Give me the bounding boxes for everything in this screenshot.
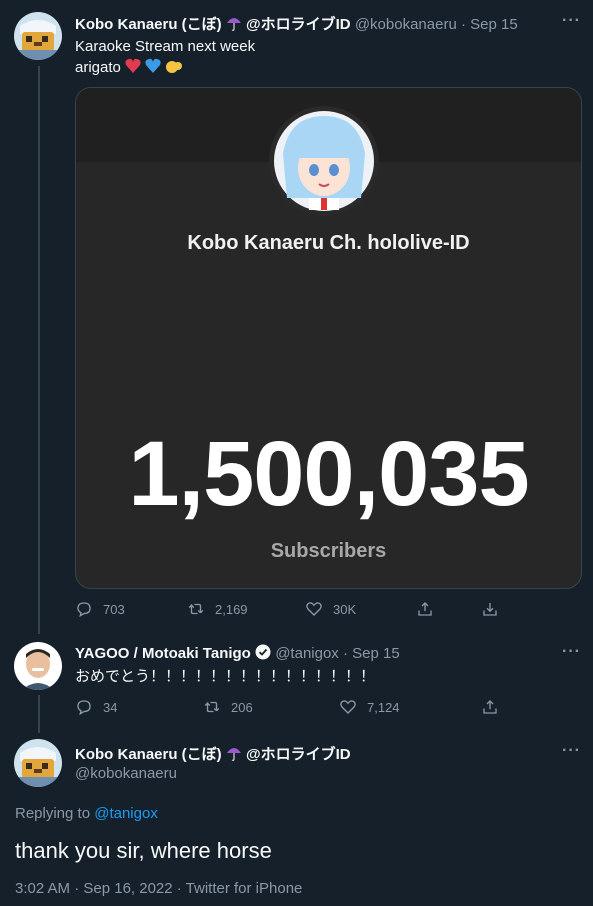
reply-button[interactable]: 703 (75, 600, 125, 618)
like-button[interactable]: 7,124 (339, 698, 400, 716)
handle[interactable]: @tanigox (275, 645, 339, 662)
retweet-count: 206 (231, 699, 253, 715)
tweet-text: thank you sir, where horse (15, 838, 272, 863)
retweet-icon (188, 603, 204, 615)
subscriber-label: Subscribers (270, 540, 387, 562)
tweet-text: Karaoke Stream next week arigato (75, 36, 255, 80)
like-button[interactable]: 30K (305, 600, 356, 618)
like-count: 30K (333, 601, 357, 617)
reply-count: 34 (103, 699, 118, 715)
share-button[interactable] (481, 698, 499, 716)
like-icon (306, 602, 322, 616)
timestamp[interactable]: · Sep 15 (461, 16, 518, 33)
reply-count: 703 (103, 601, 125, 617)
umbrella-icon (226, 745, 242, 765)
handle[interactable]: @kobokanaeru (75, 765, 177, 782)
more-icon[interactable]: ··· (562, 643, 581, 661)
umbrella-icon (226, 15, 242, 35)
thread-line (38, 695, 40, 733)
tweet-text: おめでとう！！！！！！！！！！！！！！！ (75, 668, 376, 685)
channel-name: Kobo Kanaeru Ch. hololive-ID (187, 232, 470, 254)
more-icon[interactable]: ··· (562, 12, 581, 30)
subscriber-count: 1,500,035 (128, 423, 529, 525)
avatar[interactable] (14, 739, 62, 787)
bookmark-icon (483, 603, 497, 616)
retweet-button[interactable]: 206 (203, 698, 253, 716)
handle[interactable]: @kobokanaeru (355, 16, 457, 33)
tweet-meta[interactable]: 3:02 AM · Sep 16, 2022 · Twitter for iPh… (15, 880, 302, 897)
share-button[interactable] (416, 600, 434, 618)
timestamp[interactable]: · Sep 15 (343, 645, 400, 662)
name-suffix[interactable]: @ホロライブID (246, 16, 351, 33)
display-name[interactable]: Kobo Kanaeru (こぼ) (75, 746, 222, 763)
name-suffix[interactable]: @ホロライブID (246, 746, 351, 763)
avatar[interactable] (14, 642, 62, 690)
tweet-text-line: Karaoke Stream next week (75, 38, 256, 55)
more-icon[interactable]: ··· (562, 742, 581, 760)
bookmark-button[interactable] (481, 600, 499, 618)
channel-avatar (269, 106, 379, 216)
retweet-icon (204, 701, 220, 713)
reply-icon (77, 602, 91, 618)
retweet-count: 2,169 (215, 601, 248, 617)
reply-icon (77, 700, 91, 716)
reply-button[interactable]: 34 (75, 698, 117, 716)
tweet-text-line: arigato (75, 59, 121, 76)
replying-to-link[interactable]: @tanigox (94, 805, 158, 822)
thread-line (38, 66, 40, 634)
display-name[interactable]: YAGOO / Motoaki Tanigo (75, 645, 251, 662)
avatar[interactable] (14, 12, 62, 60)
like-icon (340, 700, 356, 714)
share-icon (418, 602, 432, 616)
display-name[interactable]: Kobo Kanaeru (こぼ) (75, 16, 222, 33)
replying-prefix: Replying to (15, 805, 91, 822)
embedded-card[interactable]: Kobo Kanaeru Ch. hololive-ID 1,500,035 S… (75, 87, 582, 589)
emoji-hearts (125, 58, 183, 80)
like-count: 7,124 (367, 699, 400, 715)
share-icon (483, 700, 497, 714)
retweet-button[interactable]: 2,169 (187, 600, 248, 618)
verified-icon (255, 644, 271, 664)
